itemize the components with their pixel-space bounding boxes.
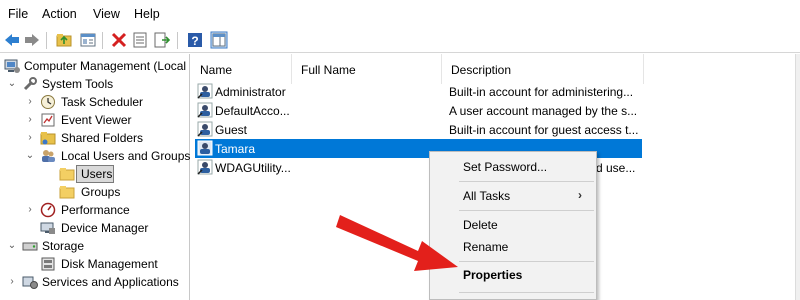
vertical-scrollbar[interactable] <box>795 54 800 300</box>
row-name: DefaultAcco... <box>215 104 290 118</box>
system-tools-icon <box>22 76 38 92</box>
shared-folder-icon <box>40 130 56 146</box>
tree-item-services-apps[interactable]: › Services and Applications <box>0 273 190 291</box>
tree-item-label: Event Viewer <box>61 113 132 127</box>
show-hide-action-pane-icon[interactable] <box>210 31 228 49</box>
menu-help[interactable]: Help <box>134 7 160 21</box>
chevron-right-icon[interactable]: › <box>25 115 35 125</box>
menu-bar: File Action View Help <box>0 0 800 28</box>
toolbar: ? <box>0 28 800 53</box>
menu-item-all-tasks[interactable]: All Tasks › <box>430 186 596 206</box>
user-icon <box>197 159 213 175</box>
row-description: Built-in account for guest access t... <box>449 123 639 137</box>
disk-management-icon <box>40 256 56 272</box>
chevron-down-icon[interactable]: ⌄ <box>7 79 17 89</box>
storage-icon <box>22 238 38 254</box>
folder-icon <box>59 166 75 182</box>
tree-item-device-manager[interactable]: Device Manager <box>0 219 190 237</box>
tree-item-performance[interactable]: › Performance <box>0 201 190 219</box>
menu-separator <box>459 181 594 182</box>
tree-item-shared-folders[interactable]: › Shared Folders <box>0 129 190 147</box>
tree-item-label: Computer Management (Local <box>24 59 187 73</box>
properties-icon[interactable] <box>131 31 149 49</box>
user-icon <box>197 83 213 99</box>
tree-item-label: Device Manager <box>61 221 149 235</box>
tree-item-event-viewer[interactable]: › Event Viewer <box>0 111 190 129</box>
column-header-label: Full Name <box>301 63 356 77</box>
chevron-right-icon[interactable]: › <box>25 97 35 107</box>
row-description: A user account managed by the s... <box>449 104 638 118</box>
event-viewer-icon <box>40 112 56 128</box>
tree-item-disk-management[interactable]: Disk Management <box>0 255 190 273</box>
help-icon[interactable]: ? <box>186 31 204 49</box>
user-icon <box>197 121 213 137</box>
menu-separator <box>459 292 594 293</box>
row-name: Tamara <box>215 142 256 156</box>
table-row[interactable]: DefaultAcco... A user account managed by… <box>195 101 642 120</box>
user-icon <box>197 102 213 118</box>
tree-item-storage[interactable]: ⌄ Storage <box>0 237 190 255</box>
chevron-down-icon[interactable]: ⌄ <box>7 241 17 251</box>
row-name: Administrator <box>215 85 286 99</box>
export-list-icon[interactable] <box>153 31 171 49</box>
services-icon <box>22 274 38 290</box>
column-header-description[interactable]: Description <box>442 54 644 84</box>
menu-item-label: All Tasks <box>463 189 511 203</box>
menu-action[interactable]: Action <box>42 7 77 21</box>
user-icon <box>197 140 213 156</box>
row-name: WDAGUtility... <box>215 161 291 175</box>
chevron-right-icon[interactable]: › <box>25 133 35 143</box>
tree-item-label: Local Users and Groups <box>61 149 191 163</box>
svg-text:?: ? <box>191 34 198 48</box>
up-folder-icon[interactable] <box>55 31 73 49</box>
tree-item-users[interactable]: Users <box>0 165 190 183</box>
column-header-full-name[interactable]: Full Name <box>292 54 442 84</box>
tree-item-label: Task Scheduler <box>61 95 144 109</box>
users-group-icon <box>40 148 56 164</box>
table-row[interactable]: Administrator Built-in account for admin… <box>195 82 642 101</box>
menu-item-label: Set Password... <box>463 160 548 174</box>
toolbar-separator <box>177 32 178 49</box>
chevron-right-icon[interactable]: › <box>7 277 17 287</box>
row-description: Built-in account for administering... <box>449 85 634 99</box>
tree-item-label: Services and Applications <box>42 275 179 289</box>
annotation-arrow-icon <box>336 215 458 271</box>
tree-item-system-tools[interactable]: ⌄ System Tools <box>0 75 190 93</box>
column-header-name[interactable]: Name <box>191 54 292 84</box>
tree-item-root[interactable]: Computer Management (Local <box>0 57 190 75</box>
tree-item-label: Shared Folders <box>61 131 144 145</box>
toolbar-separator <box>46 32 47 49</box>
tree-item-groups[interactable]: Groups <box>0 183 190 201</box>
menu-item-set-password[interactable]: Set Password... <box>430 157 596 177</box>
column-header-label: Description <box>451 63 512 77</box>
back-arrow-icon[interactable] <box>3 31 21 49</box>
chevron-right-icon[interactable]: › <box>25 205 35 215</box>
row-description: d use... <box>596 161 636 175</box>
tree-item-label: Users <box>81 167 113 181</box>
delete-icon[interactable] <box>110 31 128 49</box>
tree-item-label: System Tools <box>42 77 114 91</box>
performance-icon <box>40 202 56 218</box>
menu-file[interactable]: File <box>8 7 28 21</box>
tree-item-label: Disk Management <box>61 257 158 271</box>
tree-item-label: Storage <box>42 239 85 253</box>
tree-item-label: Performance <box>61 203 130 217</box>
tree-item-local-users-groups[interactable]: ⌄ Local Users and Groups <box>0 147 191 165</box>
chevron-right-icon: › <box>578 188 582 202</box>
row-name: Guest <box>215 123 248 137</box>
show-hide-tree-icon[interactable] <box>79 31 97 49</box>
table-row[interactable]: Guest Built-in account for guest access … <box>195 120 642 139</box>
computer-management-icon <box>4 58 20 74</box>
toolbar-separator <box>102 32 103 49</box>
column-header-label: Name <box>200 63 233 77</box>
chevron-down-icon[interactable]: ⌄ <box>25 151 35 161</box>
clock-icon <box>40 94 56 110</box>
tree-item-label: Groups <box>81 185 121 199</box>
folder-icon <box>59 184 75 200</box>
menu-view[interactable]: View <box>93 7 120 21</box>
device-manager-icon <box>40 220 56 236</box>
tree-item-task-scheduler[interactable]: › Task Scheduler <box>0 93 190 111</box>
forward-arrow-icon[interactable] <box>23 31 41 49</box>
